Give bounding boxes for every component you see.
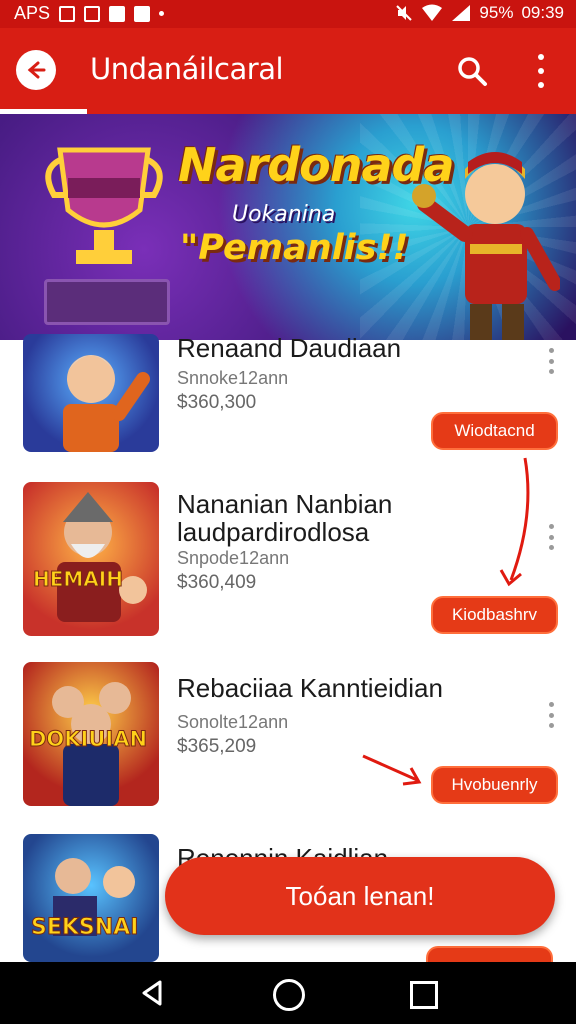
more-vert-icon [538,82,544,88]
item-action-button[interactable]: Wiodtacnd [431,412,558,450]
banner-subtitle: Uokanina [232,202,336,227]
app-notification-icon [134,5,151,22]
character-illustration: SEKSNAI [31,858,139,941]
back-button[interactable] [16,50,56,90]
status-right: 95% 09:39 [395,3,564,23]
character-illustration: DOKIUIAN [29,682,148,806]
more-options-button[interactable] [528,54,554,88]
back-arrow-icon [27,61,46,79]
nav-back-icon[interactable] [138,979,166,1007]
game-title: Nananian Nanbian laudpardirodlosa [177,489,393,547]
trophy-icon [45,147,163,264]
primary-cta-button[interactable]: Toóan lenan! [165,857,555,935]
svg-text:DOKIUIAN: DOKIUIAN [29,727,147,751]
item-more-button[interactable] [547,702,555,728]
signal-icon [452,5,471,21]
battery-text: 95% [479,3,514,22]
game-price: $360,300 [177,392,257,413]
game-thumbnail: DOKIUIAN [23,662,159,806]
banner-pedestal [44,279,170,325]
promo-banner[interactable]: Nardonada Uokanina "Pemanlis!! [0,114,576,340]
app-notification-icon [109,5,126,22]
app-notification-icon [84,5,101,22]
character-illustration [63,355,150,452]
list-item[interactable]: Renaand Daudiaan Snnoke12ann $360,300 Wi… [5,334,559,469]
annotation-arrow-icon [362,754,422,786]
mute-icon [396,5,413,21]
annotation-arrow-icon [499,457,530,587]
game-subtitle: Snnoke12ann [177,368,289,388]
character-illustration: HEMAIH [33,492,147,622]
game-thumbnail [23,334,159,452]
svg-text:SEKSNAI: SEKSNAI [31,915,138,940]
game-thumbnail: SEKSNAI [23,834,159,962]
search-button[interactable] [455,54,489,88]
system-nav-bar [0,962,576,1024]
item-action-button[interactable]: Kiodbashrv [431,596,558,634]
item-more-button[interactable] [547,524,555,550]
game-title: Renaand Daudiaan [177,333,402,363]
item-more-button[interactable] [547,348,555,374]
more-vert-icon [538,54,544,60]
search-icon [458,57,487,86]
clock: 09:39 [521,3,564,22]
list-item[interactable]: DOKIUIAN Rebaciiaa Kanntieidian Sonolte1… [5,652,559,823]
nav-home-icon[interactable] [273,979,305,1011]
list-item[interactable]: HEMAIH Nananian Nanbian laudpardirodlosa… [5,457,559,653]
svg-text:HEMAIH: HEMAIH [33,567,123,591]
hero-character-illustration [412,152,560,340]
item-action-button[interactable]: Hvobuenrly [431,766,558,804]
carrier-text: APS [14,3,51,23]
nav-recent-icon[interactable] [410,981,438,1009]
app-bar: Undanáilcaral [0,28,576,114]
game-thumbnail: HEMAIH [23,482,159,636]
game-subtitle: Sonolte12ann [177,712,289,732]
game-subtitle: Snpode12ann [177,548,290,568]
more-vert-icon [538,68,544,74]
dot-icon [159,11,165,16]
status-bar: APS 95% 09:39 [0,0,576,28]
game-price: $360,409 [177,572,257,593]
wifi-icon [422,4,443,21]
game-price: $365,209 [177,736,257,757]
banner-tagline: "Pemanlis!! [180,228,409,268]
status-left: APS [14,3,165,24]
game-title: Rebaciiaa Kanntieidian [177,673,443,703]
page-title: Undanáilcaral [90,52,284,86]
app-notification-icon [59,5,76,22]
